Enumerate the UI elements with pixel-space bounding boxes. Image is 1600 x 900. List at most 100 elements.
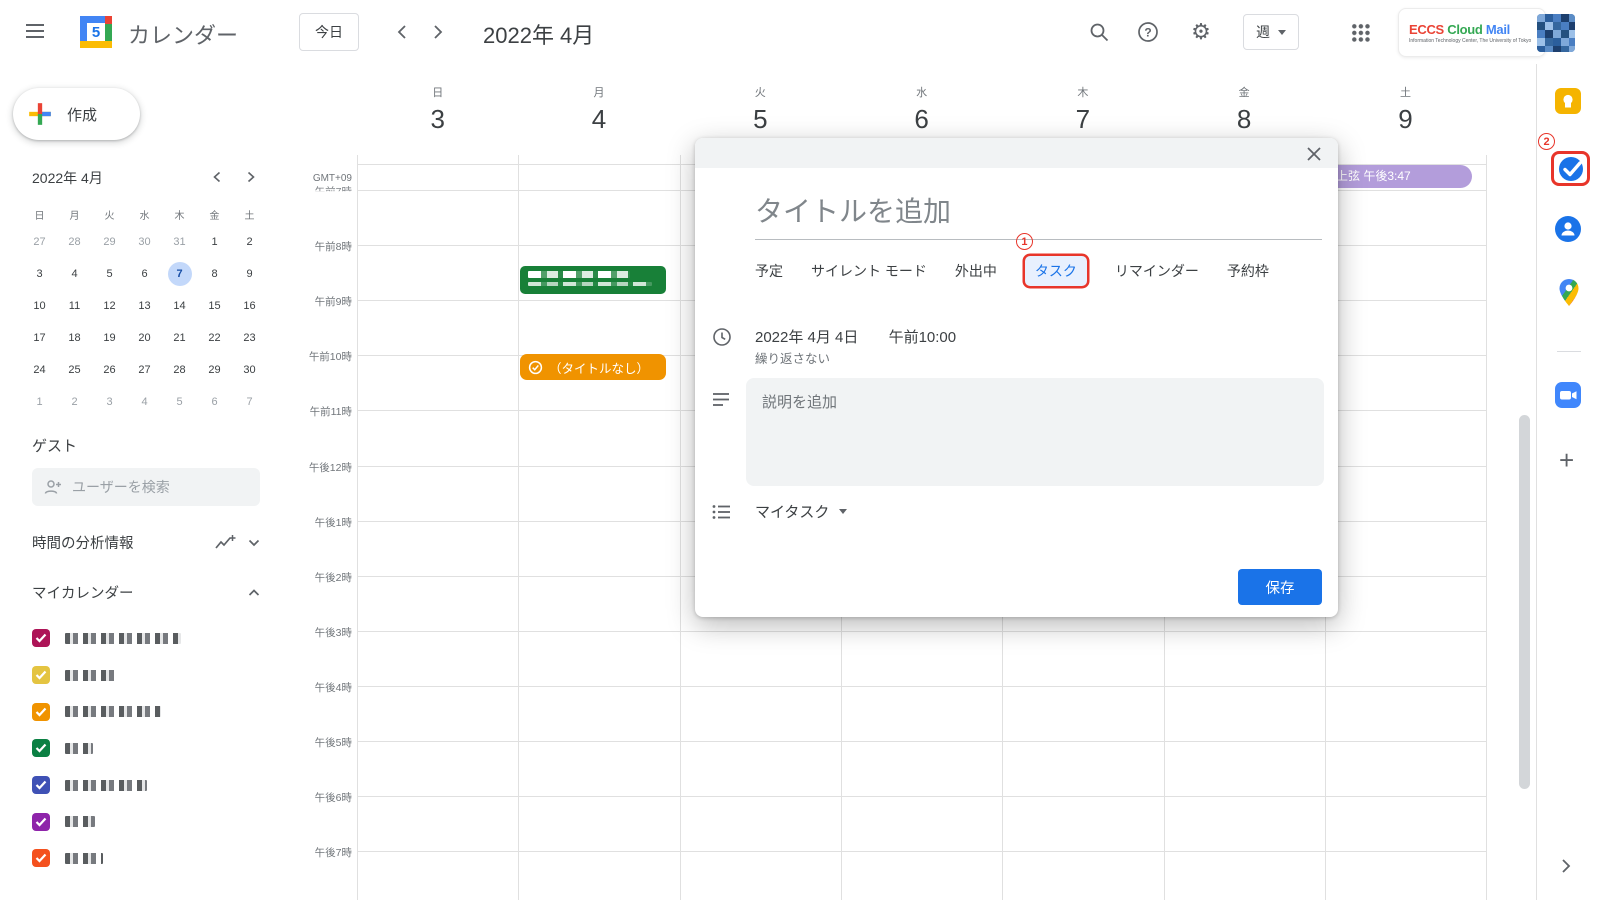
day-column-header[interactable]: 土9 (1366, 84, 1446, 135)
mini-calendar-day[interactable]: 11 (57, 290, 92, 322)
dialog-tab-4[interactable]: タスク1 (1025, 256, 1087, 286)
mini-calendar-day[interactable]: 29 (197, 354, 232, 386)
date-value[interactable]: 2022年 4月 4日 (755, 329, 858, 346)
mini-calendar-day[interactable]: 27 (22, 226, 57, 258)
mini-calendar-day[interactable]: 5 (92, 258, 127, 290)
title-input[interactable]: タイトルを追加 (755, 190, 951, 230)
mini-calendar-day[interactable]: 4 (57, 258, 92, 290)
calendar-list-item[interactable] (0, 693, 290, 730)
mini-calendar-day[interactable]: 9 (232, 258, 267, 290)
mini-calendar-day[interactable]: 17 (22, 322, 57, 354)
dialog-tab-6[interactable]: 予約枠 (1227, 261, 1269, 281)
calendar-checkbox[interactable] (32, 703, 50, 721)
mini-calendar-day[interactable]: 25 (57, 354, 92, 386)
mini-calendar-day[interactable]: 1 (197, 226, 232, 258)
allday-event-moon[interactable]: 上弦 午後3:47 (1326, 165, 1472, 188)
mini-calendar-day[interactable]: 8 (197, 258, 232, 290)
mini-calendar-day[interactable]: 24 (22, 354, 57, 386)
calendar-list-item[interactable] (0, 767, 290, 804)
my-calendars-section[interactable]: マイカレンダー (32, 582, 260, 603)
main-menu-icon[interactable] (26, 24, 44, 26)
dialog-tab-1[interactable]: 予定 (755, 261, 783, 281)
mini-calendar-day[interactable]: 18 (57, 322, 92, 354)
day-column-header[interactable]: 水6 (882, 84, 962, 135)
day-column-header[interactable]: 日3 (398, 84, 478, 135)
dialog-drag-bar[interactable] (695, 138, 1338, 168)
mini-calendar-day[interactable]: 3 (92, 386, 127, 418)
dialog-tab-2[interactable]: サイレント モード (811, 261, 927, 281)
task-event-untitled[interactable]: （タイトルなし） (520, 354, 666, 380)
calendar-logo[interactable]: 5 (76, 12, 116, 52)
mini-calendar-day[interactable]: 30 (127, 226, 162, 258)
mini-calendar-day[interactable]: 3 (22, 258, 57, 290)
save-button[interactable]: 保存 (1238, 569, 1322, 605)
create-button[interactable]: 作成 (13, 88, 140, 140)
mini-calendar-day[interactable]: 10 (22, 290, 57, 322)
calendar-list-item[interactable] (0, 620, 290, 657)
mini-calendar-day[interactable]: 6 (127, 258, 162, 290)
green-event[interactable] (520, 266, 666, 294)
google-maps-icon[interactable] (1557, 278, 1581, 308)
mini-calendar-day[interactable]: 20 (127, 322, 162, 354)
calendar-list-item[interactable] (0, 657, 290, 694)
mini-calendar-day[interactable]: 21 (162, 322, 197, 354)
help-icon[interactable]: ? (1136, 20, 1160, 44)
calendar-checkbox[interactable] (32, 776, 50, 794)
calendar-checkbox[interactable] (32, 629, 50, 647)
calendar-list-item[interactable] (0, 803, 290, 840)
day-column-header[interactable]: 金8 (1204, 84, 1284, 135)
chevron-down-icon[interactable] (248, 539, 260, 547)
mini-calendar-day[interactable]: 30 (232, 354, 267, 386)
mini-calendar-day[interactable]: 23 (232, 322, 267, 354)
description-input[interactable]: 説明を追加 (746, 378, 1324, 486)
settings-gear-icon[interactable]: ⚙ (1189, 20, 1213, 44)
calendar-checkbox[interactable] (32, 666, 50, 684)
calendar-list-item[interactable] (0, 840, 290, 877)
close-icon[interactable] (1306, 146, 1322, 162)
mini-calendar-today[interactable]: 7 (162, 258, 197, 290)
repeat-option[interactable]: 繰り返さない (755, 348, 830, 367)
mini-calendar-day[interactable]: 6 (197, 386, 232, 418)
mini-calendar-day[interactable]: 28 (57, 226, 92, 258)
mini-calendar-day[interactable]: 2 (232, 226, 267, 258)
calendar-checkbox[interactable] (32, 813, 50, 831)
get-add-ons-icon[interactable]: + (1559, 445, 1574, 476)
day-column-header[interactable]: 木7 (1043, 84, 1123, 135)
mini-calendar-day[interactable]: 31 (162, 226, 197, 258)
mini-calendar-day[interactable]: 29 (92, 226, 127, 258)
mini-calendar-next-icon[interactable] (242, 168, 260, 186)
mini-calendar-day[interactable]: 12 (92, 290, 127, 322)
mini-calendar-day[interactable]: 28 (162, 354, 197, 386)
google-apps-icon[interactable] (1351, 23, 1370, 42)
calendar-scrollbar[interactable] (1519, 415, 1530, 789)
mini-calendar-day[interactable]: 14 (162, 290, 197, 322)
mini-calendar-day[interactable]: 27 (127, 354, 162, 386)
dialog-tab-5[interactable]: リマインダー (1115, 261, 1199, 281)
day-column-header[interactable]: 月4 (559, 84, 639, 135)
calendar-checkbox[interactable] (32, 849, 50, 867)
search-icon[interactable] (1087, 20, 1111, 44)
google-contacts-icon[interactable] (1555, 216, 1581, 242)
mini-calendar-day[interactable]: 4 (127, 386, 162, 418)
mini-calendar-prev-icon[interactable] (208, 168, 226, 186)
day-column-header[interactable]: 火5 (720, 84, 800, 135)
google-tasks-icon[interactable] (1557, 155, 1585, 183)
mini-calendar-day[interactable]: 1 (22, 386, 57, 418)
mini-calendar-day[interactable]: 16 (232, 290, 267, 322)
next-week-icon[interactable] (428, 22, 448, 42)
calendar-checkbox[interactable] (32, 739, 50, 757)
account-badge[interactable]: ECCS Cloud Mail Information Technology C… (1398, 8, 1546, 57)
zoom-app-icon[interactable] (1555, 382, 1581, 408)
calendar-list-item[interactable] (0, 730, 290, 767)
mini-calendar-day[interactable]: 19 (92, 322, 127, 354)
mini-calendar-day[interactable]: 13 (127, 290, 162, 322)
view-selector-dropdown[interactable]: 週 (1243, 14, 1299, 50)
datetime-row[interactable]: 2022年 4月 4日 午前10:00 (755, 326, 956, 347)
task-list-dropdown[interactable]: マイタスク (755, 501, 847, 522)
mini-calendar-day[interactable]: 5 (162, 386, 197, 418)
mini-calendar-day[interactable]: 7 (232, 386, 267, 418)
mini-calendar-day[interactable]: 2 (57, 386, 92, 418)
mini-calendar-day[interactable]: 26 (92, 354, 127, 386)
google-keep-icon[interactable] (1555, 88, 1581, 114)
mini-calendar-day[interactable]: 15 (197, 290, 232, 322)
